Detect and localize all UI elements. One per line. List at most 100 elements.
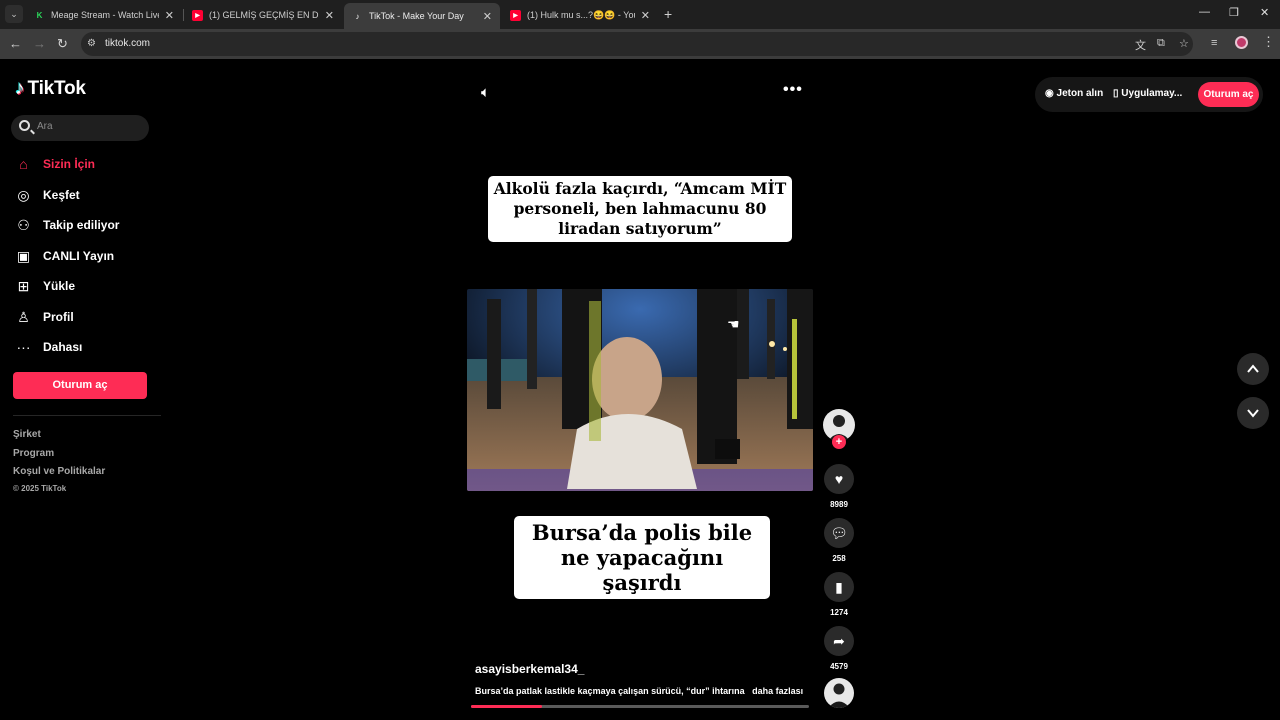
tab-close-icon[interactable]: ✕ <box>325 9 334 22</box>
nav-label: Yükle <box>43 279 76 293</box>
share-icon: ➦ <box>833 632 845 649</box>
more-icon: ··· <box>16 339 31 355</box>
tab-title: TikTok - Make Your Day <box>369 11 464 21</box>
browser-tab-tiktok[interactable]: ♪ TikTok - Make Your Day ✕ <box>344 3 500 29</box>
minimize-icon[interactable]: — <box>1199 6 1210 18</box>
tab-title: (1) Hulk mu s...?😆😆 - YouTub <box>527 9 635 20</box>
compass-icon: ◎ <box>17 186 30 203</box>
tab-title: (1) GELMİŞ GEÇMİŞ EN DUYGU <box>209 10 319 20</box>
tiktok-note-icon: ♪ <box>15 78 25 99</box>
next-video-button[interactable] <box>1237 397 1269 429</box>
nav-label: Dahası <box>43 340 83 354</box>
browser-tab-bar: ⌄ K Meage Stream - Watch Live on ✕ ▶ (1)… <box>0 0 1280 29</box>
search-placeholder: Ara <box>37 121 53 132</box>
save-button[interactable]: ▮ <box>824 572 854 602</box>
like-count: 8989 <box>830 500 848 509</box>
youtube-favicon-icon: ▶ <box>510 9 521 21</box>
nav-item-following[interactable]: ⚇ Takip ediliyor <box>15 215 119 235</box>
get-app-link[interactable]: ▯ Uygulamay... <box>1113 88 1182 99</box>
translate-icon[interactable]: 文 <box>1135 37 1146 53</box>
video-caption-bottom: Bursa’da polis bile ne yapacağını şaşırd… <box>514 516 770 599</box>
reload-icon[interactable]: ↻ <box>57 36 68 52</box>
tab-title: Meage Stream - Watch Live on <box>51 10 159 20</box>
nav-label: Profil <box>43 310 74 324</box>
browser-menu-icon[interactable]: ⋮ <box>1262 34 1275 50</box>
site-info-icon[interactable]: ⚙ <box>87 38 96 49</box>
tab-close-icon[interactable]: ✕ <box>641 9 650 22</box>
like-button[interactable]: ♥ <box>824 464 854 494</box>
search-icon <box>19 120 30 131</box>
previous-video-button[interactable] <box>1237 353 1269 385</box>
video-author-username[interactable]: asayisberkemal34_ <box>475 662 584 676</box>
nav-item-explore[interactable]: ◎ Keşfet <box>15 185 80 205</box>
bookmark-star-icon[interactable]: ☆ <box>1179 37 1189 50</box>
nav-label: Takip ediliyor <box>43 218 120 232</box>
nav-item-profile[interactable]: ♙ Profil <box>15 307 74 327</box>
address-bar[interactable]: ⚙ tiktok.com <box>81 32 1193 56</box>
search-input[interactable]: Ara <box>11 115 149 141</box>
browser-toolbar: ← → ↻ ⚙ tiktok.com 文 ⧉ ☆ ≡ ⋮ <box>0 29 1280 59</box>
tab-close-icon[interactable]: ✕ <box>483 10 492 23</box>
browser-tab-youtube-2[interactable]: ▶ (1) Hulk mu s...?😆😆 - YouTub ✕ <box>502 4 658 26</box>
bookmark-icon: ▮ <box>835 578 843 595</box>
back-arrow-icon[interactable]: ← <box>9 36 22 51</box>
upload-icon: ⊞ <box>17 277 30 294</box>
meage-favicon-icon: K <box>36 10 43 20</box>
header-login-button[interactable]: Oturum aç <box>1198 82 1259 107</box>
browser-tab-meage[interactable]: K Meage Stream - Watch Live on ✕ <box>26 4 182 26</box>
footer-terms-link[interactable]: Koşul ve Politikalar <box>13 466 105 477</box>
chevron-up-icon <box>1247 364 1259 373</box>
comment-button[interactable]: 💬︎ <box>824 518 854 548</box>
video-scene-image <box>467 289 813 491</box>
share-button[interactable]: ➦ <box>824 626 854 656</box>
live-icon: ▣ <box>16 247 31 264</box>
description-text: Bursa’da patlak lastikle kaçmaya çalışan… <box>475 686 745 696</box>
sidebar-login-button[interactable]: Oturum aç <box>13 372 147 399</box>
logo-text: TikTok <box>27 78 86 99</box>
nav-item-upload[interactable]: ⊞ Yükle <box>15 276 75 296</box>
get-coins-label: Jeton alın <box>1056 88 1104 99</box>
new-tab-icon[interactable]: + <box>664 6 672 22</box>
video-more-icon[interactable]: ••• <box>783 81 803 99</box>
window-close-icon[interactable]: ✕ <box>1260 6 1269 19</box>
sidebar-divider <box>13 415 161 416</box>
phone-icon: ▯ <box>1113 88 1119 99</box>
browser-profile-avatar[interactable] <box>1235 36 1248 49</box>
video-progress-fill <box>471 705 542 708</box>
tiktok-favicon-icon: ♪ <box>355 11 360 21</box>
nav-item-for-you[interactable]: ⌂ Sizin İçin <box>15 154 95 174</box>
install-app-icon[interactable]: ⧉ <box>1157 37 1165 50</box>
heart-icon: ♥ <box>834 471 844 487</box>
chevron-down-icon <box>1247 409 1259 418</box>
nav-item-live[interactable]: ▣ CANLI Yayın <box>15 246 114 266</box>
video-progress-bar[interactable] <box>471 705 809 708</box>
mouse-cursor-icon: ☚ <box>727 316 740 332</box>
browser-tab-youtube-1[interactable]: ▶ (1) GELMİŞ GEÇMİŞ EN DUYGU ✕ <box>184 4 342 26</box>
comment-icon: 💬︎ <box>830 524 848 541</box>
volume-icon[interactable]: 🔈︎ <box>481 84 490 101</box>
top-right-actions: ◉ Jeton alın ▯ Uygulamay... Oturum aç <box>1035 77 1263 112</box>
get-app-label: Uygulamay... <box>1121 88 1183 99</box>
video-frame[interactable] <box>467 289 813 491</box>
nav-item-more[interactable]: ··· Dahası <box>15 337 83 357</box>
follow-plus-icon[interactable]: + <box>832 435 846 449</box>
media-control-icon[interactable]: ≡ <box>1211 37 1217 49</box>
tiktok-page: ♪ TikTok Ara ⌂ Sizin İçin ◎ Keşfet ⚇ Tak… <box>0 59 1280 720</box>
see-more-link[interactable]: daha fazlası <box>752 686 803 696</box>
nav-label: Keşfet <box>43 188 80 202</box>
youtube-favicon-icon: ▶ <box>192 9 203 21</box>
home-icon: ⌂ <box>19 156 28 172</box>
footer-program-link[interactable]: Program <box>13 448 54 459</box>
comment-count: 258 <box>832 554 846 563</box>
get-coins-link[interactable]: ◉ Jeton alın <box>1045 88 1103 99</box>
url-text: tiktok.com <box>105 38 151 49</box>
restore-icon[interactable]: ❐ <box>1229 6 1239 19</box>
music-disc-avatar[interactable] <box>824 678 854 708</box>
footer-copyright: © 2025 TikTok <box>13 484 67 493</box>
tiktok-logo[interactable]: ♪ TikTok <box>15 78 86 100</box>
tab-close-icon[interactable]: ✕ <box>165 9 174 22</box>
tab-search-icon[interactable]: ⌄ <box>5 5 23 23</box>
forward-arrow-icon[interactable]: → <box>33 36 46 51</box>
nav-label: CANLI Yayın <box>43 249 115 263</box>
footer-company-link[interactable]: Şirket <box>13 429 41 440</box>
